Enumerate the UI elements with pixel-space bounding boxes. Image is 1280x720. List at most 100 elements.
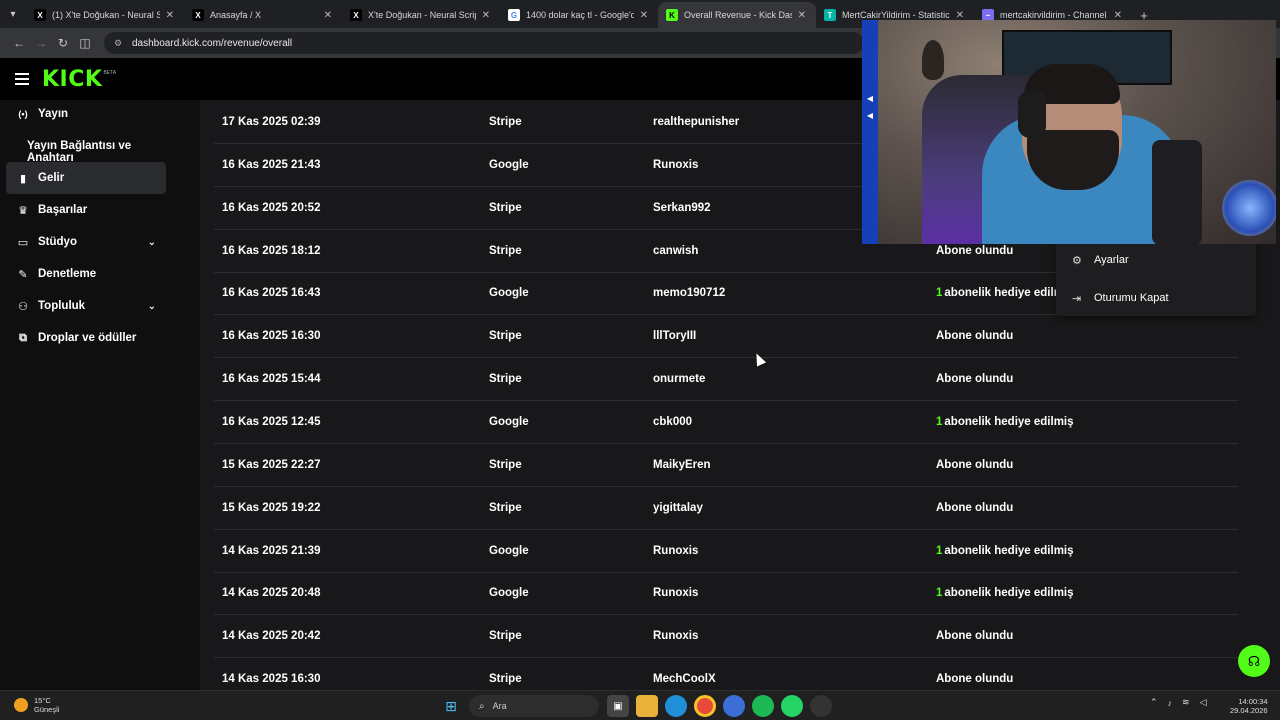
close-tab-icon[interactable]: ✕ [798, 10, 806, 21]
lamp-shape [922, 40, 944, 80]
cell-username[interactable]: cbk000 [653, 401, 692, 443]
cell-username[interactable]: Runoxis [653, 530, 698, 572]
microphone-icon[interactable]: ♪ [1168, 698, 1173, 708]
cell-username[interactable]: canwish [653, 230, 698, 272]
clock-time: 14:00:34 [1238, 697, 1268, 706]
weather-widget[interactable]: 15°C Güneşli [14, 696, 59, 714]
browser-tab[interactable]: X (1) X'te Doğukan - Neural Scrip ✕ [26, 2, 184, 28]
gift-count: 1 [936, 587, 943, 600]
sidebar-item-gelir[interactable]: ▮ Gelir [6, 162, 166, 194]
browser-tab[interactable]: K Overall Revenue - Kick Dashbo ✕ [658, 2, 816, 28]
gear-icon: ⚙ [1072, 254, 1082, 267]
cell-date: 15 Kas 2025 19:22 [222, 501, 321, 514]
cell-date: 15 Kas 2025 22:27 [222, 458, 321, 471]
browser-tab[interactable]: X Anasayfa / X ✕ [184, 2, 342, 28]
sidebar-item-denetleme[interactable]: ✎ Denetleme [6, 258, 166, 290]
file-explorer-icon[interactable] [636, 695, 658, 717]
temperature: 15°C [34, 696, 51, 705]
menu-icon[interactable] [15, 73, 29, 85]
site-info-icon[interactable]: ⚙ [114, 38, 124, 48]
game-app-icon[interactable] [810, 695, 832, 717]
cell-username[interactable]: lllToryIII [653, 315, 696, 357]
taskbar-clock[interactable]: 14:00:34 29.04.2026 [1230, 697, 1268, 715]
spotify-icon[interactable] [752, 695, 774, 717]
chevron-down-icon[interactable]: ⌄ [148, 237, 156, 248]
cell-username[interactable]: realthepunisher [653, 101, 739, 143]
menu-item-label: Ayarlar [1094, 254, 1129, 266]
sidebar-item-studyo[interactable]: ▭ Stüdyo ⌄ [6, 226, 166, 258]
chrome-icon[interactable] [694, 695, 716, 717]
browser-tab[interactable]: G 1400 dolar kaç tl - Google'da A ✕ [500, 2, 658, 28]
kick-logo[interactable]: KICK [42, 67, 102, 92]
cell-type: 1 abonelik hediye edilmiş [936, 572, 1074, 614]
close-tab-icon[interactable]: ✕ [956, 10, 964, 21]
address-bar[interactable]: ⚙ dashboard.kick.com/revenue/overall [104, 32, 864, 54]
tab-title: mertcakirvildirim - Channel Sta [1000, 10, 1108, 20]
tab-title: MertCakirYildirim - Statistics - T [842, 10, 950, 20]
sidebar-item-label: Gelir [38, 172, 65, 184]
cell-date: 14 Kas 2025 21:39 [222, 544, 321, 557]
cell-username[interactable]: MaikyEren [653, 444, 711, 486]
cell-date: 16 Kas 2025 16:30 [222, 330, 321, 343]
sidebar-item-basarilar[interactable]: ♛ Başarılar [6, 194, 166, 226]
whatsapp-icon[interactable] [781, 695, 803, 717]
close-tab-icon[interactable]: ✕ [166, 10, 174, 21]
edge-icon[interactable] [665, 695, 687, 717]
cell-username[interactable]: Serkan992 [653, 187, 711, 229]
cell-username[interactable]: Runoxis [653, 144, 698, 186]
cell-username[interactable]: Runoxis [653, 615, 698, 657]
event-type-label: abonelik hediye edilmiş [944, 587, 1074, 600]
tab-search-button[interactable]: ▾ [0, 0, 26, 28]
back-icon[interactable]: ← [8, 32, 30, 54]
cell-type: Abone olundu [936, 487, 1013, 529]
cell-date: 16 Kas 2025 12:45 [222, 415, 321, 428]
task-view-icon[interactable]: ▣ [607, 695, 629, 717]
event-type-label: Abone olundu [936, 501, 1014, 514]
taskbar-search[interactable]: ⌕ Ara [469, 695, 599, 717]
close-tab-icon[interactable]: ✕ [1114, 10, 1122, 21]
sidebar-item-yayin[interactable]: (•) Yayın [6, 98, 166, 130]
forward-icon[interactable]: → [30, 32, 52, 54]
table-row: 15 Kas 2025 19:22 Stripe yigittalay Abone o… [214, 487, 1238, 530]
browser-tab[interactable]: X X'te Doğukan - Neural Scripts ✕ [342, 2, 500, 28]
chevron-up-icon[interactable]: ⌃ [1150, 697, 1158, 708]
volume-icon[interactable]: ◁ [1200, 697, 1207, 708]
sidebar-item-label: Başarılar [38, 204, 88, 216]
sun-icon [14, 698, 28, 712]
chevron-down-icon[interactable]: ⌄ [148, 301, 156, 312]
close-tab-icon[interactable]: ✕ [482, 10, 490, 21]
close-tab-icon[interactable]: ✕ [324, 10, 332, 21]
gift-count: 1 [936, 544, 943, 557]
cell-provider: Stripe [489, 330, 522, 343]
tab-favicon-icon: K [666, 9, 678, 21]
app-icon[interactable] [723, 695, 745, 717]
banner-glyph-icon: ◀ [865, 111, 875, 120]
headset-shape [1018, 90, 1046, 138]
close-tab-icon[interactable]: ✕ [640, 10, 648, 21]
user-menu: ⚙ Ayarlar ⇥ Oturumu Kapat [1056, 240, 1256, 316]
wifi-icon[interactable]: ≋ [1182, 697, 1190, 708]
table-row: 14 Kas 2025 20:48 Google Runoxis 1 abonelik … [214, 572, 1238, 616]
reload-icon[interactable]: ↻ [52, 32, 74, 54]
cell-date: 16 Kas 2025 21:43 [222, 158, 321, 171]
windows-start-icon[interactable]: ⊞ [440, 695, 462, 717]
sidebar: (•) Yayın Yayın Bağlantısı ve Anahtarı ▮… [0, 100, 178, 690]
event-type-label: abonelik hediye edilm [944, 287, 1064, 300]
sidepanel-icon[interactable]: ◫ [74, 32, 96, 54]
logout-icon: ⇥ [1072, 292, 1082, 305]
cell-username[interactable]: yigittalay [653, 487, 703, 529]
cell-username[interactable]: Runoxis [653, 572, 698, 614]
sidebar-item-topluluk[interactable]: ⚇ Topluluk ⌄ [6, 290, 166, 322]
menu-item-settings[interactable]: ⚙ Ayarlar [1056, 242, 1256, 278]
system-tray: ⌃ ♪ ≋ ◁ [1150, 697, 1207, 708]
gift-count: 1 [936, 287, 943, 300]
studio-icon: ▭ [17, 236, 29, 249]
sidebar-item-stream-key[interactable]: Yayın Bağlantısı ve Anahtarı [27, 140, 178, 164]
help-chat-button[interactable]: ☊ [1238, 645, 1270, 677]
cell-username[interactable]: MechCoolX [653, 658, 716, 690]
decor-orb-shape [1222, 180, 1276, 236]
sidebar-item-droplar[interactable]: ⧉ Droplar ve ödüller [6, 322, 166, 354]
cell-username[interactable]: memo190712 [653, 272, 725, 314]
menu-item-logout[interactable]: ⇥ Oturumu Kapat [1056, 280, 1256, 316]
cell-username[interactable]: onurmete [653, 358, 705, 400]
